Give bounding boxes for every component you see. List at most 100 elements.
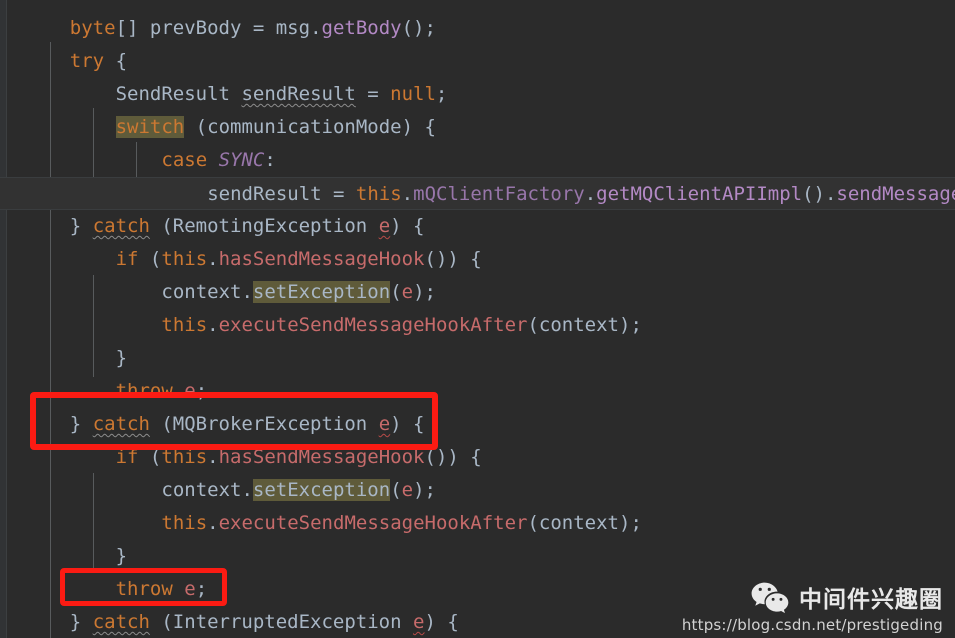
code-token: ) {: [424, 611, 459, 633]
code-token: ) {: [401, 116, 436, 138]
code-token: (: [138, 248, 162, 270]
code-token: catch: [92, 413, 150, 435]
code-token: (: [138, 446, 162, 468]
code-line[interactable]: throw e;: [0, 375, 955, 408]
code-token: prevBody: [149, 17, 242, 39]
code-token: );: [413, 479, 436, 501]
watermark-url: https://blog.csdn.net/prestigeding: [681, 616, 943, 634]
code-token: .: [584, 183, 597, 205]
code-token: this: [161, 248, 208, 270]
code-token: RemotingException: [172, 215, 368, 237]
code-token: msg: [275, 17, 311, 39]
code-line[interactable]: byte[] prevBody = msg.getBody();: [0, 12, 955, 45]
code-token: e: [378, 215, 391, 237]
code-line[interactable]: if (this.hasSendMessageHook()) {: [0, 441, 955, 474]
code-token: ;: [435, 83, 448, 105]
code-token: (: [184, 116, 208, 138]
code-token: sendMessage: [836, 183, 955, 205]
code-line[interactable]: switch (communicationMode) {: [0, 111, 955, 144]
code-token: this: [161, 446, 208, 468]
code-line[interactable]: } catch (MQBrokerException e) {: [0, 408, 955, 441]
code-token: null: [390, 83, 436, 105]
code-token: ().: [802, 183, 837, 205]
code-line[interactable]: sendResult = this.mQClientFactory.getMQC…: [0, 177, 955, 210]
code-token: context: [538, 512, 619, 534]
code-text-area[interactable]: byte[] prevBody = msg.getBody(); try {Sen…: [0, 0, 955, 638]
watermark-title: 中间件兴趣圈: [799, 587, 943, 613]
code-token: switch: [115, 116, 185, 138]
code-token: {: [104, 50, 128, 72]
code-token: }: [69, 611, 93, 633]
code-token: (: [149, 611, 173, 633]
code-line[interactable]: }: [0, 342, 955, 375]
code-token: context: [161, 479, 242, 501]
code-token: =: [321, 183, 356, 205]
code-token: executeSendMessageHookAfter: [218, 314, 528, 336]
code-token: SYNC: [218, 149, 265, 171]
code-token: if: [115, 446, 139, 468]
code-token: .: [241, 281, 253, 303]
code-line[interactable]: this.executeSendMessageHookAfter(context…: [0, 507, 955, 540]
code-line[interactable]: try {: [0, 45, 955, 78]
code-token: mQClientFactory: [413, 183, 585, 205]
code-token: e: [401, 281, 414, 303]
code-token: }: [115, 347, 128, 369]
code-token: e: [401, 479, 414, 501]
code-line[interactable]: }: [0, 540, 955, 573]
code-token: =: [241, 17, 276, 39]
code-token: byte: [69, 17, 116, 39]
code-line[interactable]: SendResult sendResult = null;: [0, 78, 955, 111]
code-token: ) {: [390, 215, 425, 237]
code-token: getMQClientAPIImpl: [596, 183, 803, 205]
code-token: (: [149, 413, 173, 435]
code-token: ()) {: [424, 446, 482, 468]
code-line[interactable]: context.setException(e);: [0, 276, 955, 309]
code-token: hasSendMessageHook: [218, 446, 425, 468]
code-token: getBody: [321, 17, 402, 39]
code-token: .: [310, 17, 322, 39]
code-token: throw: [115, 380, 173, 402]
code-token: =: [355, 83, 391, 105]
code-token: );: [413, 281, 436, 303]
code-token: setException: [252, 281, 391, 303]
code-token: }: [69, 413, 93, 435]
code-line[interactable]: this.executeSendMessageHookAfter(context…: [0, 309, 955, 342]
code-token: catch: [92, 215, 150, 237]
code-token: e: [184, 380, 196, 402]
code-line[interactable]: context.setException(e);: [0, 474, 955, 507]
code-editor-screenshot: byte[] prevBody = msg.getBody(); try {Sen…: [0, 0, 955, 638]
code-token: hasSendMessageHook: [218, 248, 425, 270]
code-token: throw: [115, 578, 173, 600]
code-token: MQBrokerException: [172, 413, 368, 435]
code-token: try: [69, 50, 105, 72]
code-token: setException: [252, 479, 391, 501]
code-token: InterruptedException: [172, 611, 402, 633]
code-line[interactable]: } catch (RemotingException e) {: [0, 210, 955, 243]
code-token: context: [161, 281, 242, 303]
code-token: case: [161, 149, 208, 171]
code-line[interactable]: if (this.hasSendMessageHook()) {: [0, 243, 955, 276]
code-token: this: [161, 512, 208, 534]
code-token: :: [264, 149, 276, 171]
code-token: .: [207, 446, 219, 468]
code-token: (: [390, 281, 402, 303]
code-token: sendResult: [241, 83, 356, 105]
code-token: this: [355, 183, 402, 205]
code-line[interactable]: case SYNC:: [0, 144, 955, 177]
code-token: ;: [195, 578, 208, 600]
code-token: ()) {: [424, 248, 482, 270]
code-token: executeSendMessageHookAfter: [218, 512, 528, 534]
watermark: 中间件兴趣圈 https://blog.csdn.net/prestigedin…: [682, 580, 943, 634]
code-token: communicationMode: [207, 116, 402, 138]
code-token: context: [538, 314, 619, 336]
code-token: .: [401, 183, 414, 205]
code-token: (: [527, 314, 539, 336]
code-token: ) {: [390, 413, 425, 435]
